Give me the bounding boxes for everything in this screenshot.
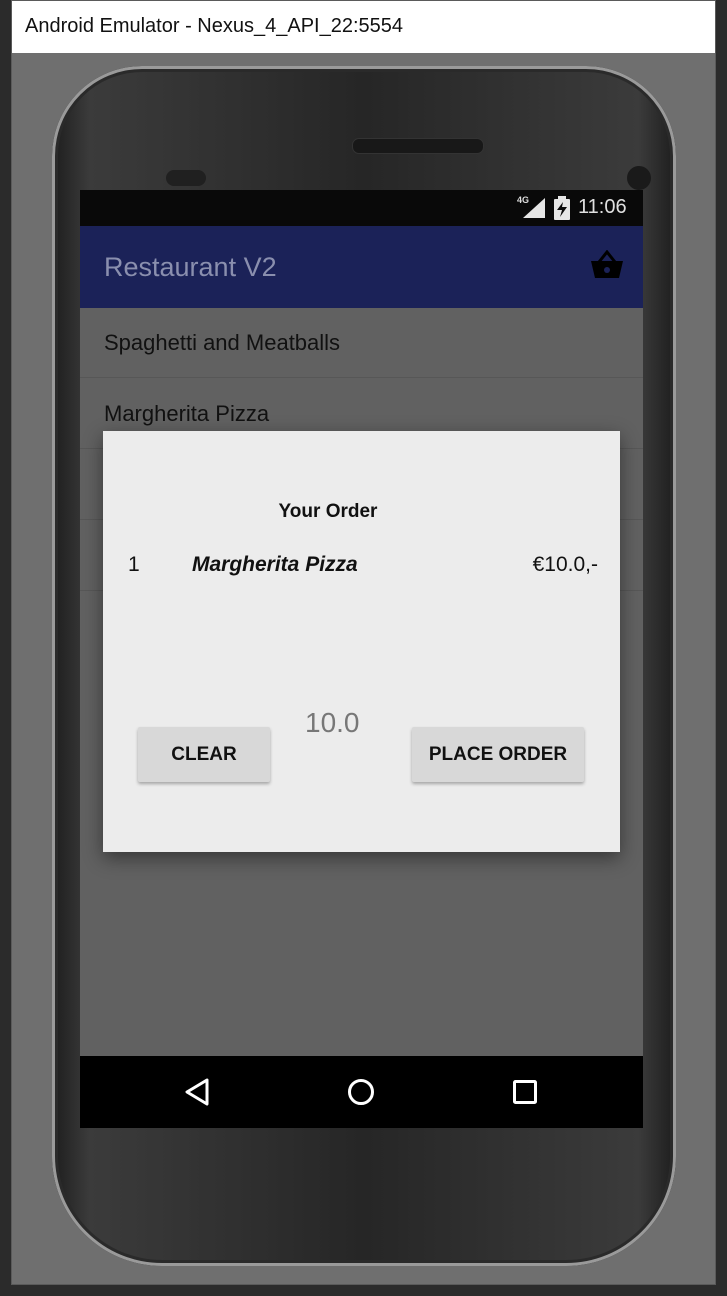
order-dialog: Your Order 1 Margherita Pizza €10.0,- 10…: [103, 431, 620, 852]
order-item-price: €10.0,-: [532, 553, 598, 576]
app-bar: Restaurant V2: [80, 226, 643, 308]
phone-sensor: [166, 170, 206, 186]
battery-charging-icon: [554, 196, 570, 220]
place-order-button[interactable]: Place order: [412, 727, 584, 782]
emulator-title: Android Emulator - Nexus_4_API_22:5554: [25, 15, 404, 37]
navigation-bar: [80, 1056, 643, 1128]
list-item[interactable]: Spaghetti and Meatballs: [80, 308, 643, 378]
home-icon[interactable]: [347, 1078, 375, 1106]
recent-apps-icon[interactable]: [513, 1080, 537, 1104]
phone-speaker: [352, 138, 484, 154]
list-item-label: Spaghetti and Meatballs: [104, 330, 341, 355]
front-camera: [627, 166, 651, 190]
signal-icon: [523, 198, 545, 218]
dialog-title: Your Order: [278, 501, 378, 522]
app-title: Restaurant V2: [104, 252, 277, 282]
clock: 11:06: [578, 196, 627, 218]
back-icon[interactable]: [184, 1078, 210, 1106]
list-item-label: Margherita Pizza: [104, 401, 270, 426]
order-item-name: Margherita Pizza: [192, 553, 358, 576]
basket-icon[interactable]: [590, 250, 624, 280]
status-bar: 4G 11:06: [80, 190, 643, 226]
order-item-quantity: 1: [128, 553, 140, 576]
emulator-titlebar[interactable]: Android Emulator - Nexus_4_API_22:5554: [12, 1, 715, 53]
clear-button[interactable]: Clear: [138, 727, 270, 782]
order-total: 10.0: [305, 707, 360, 738]
